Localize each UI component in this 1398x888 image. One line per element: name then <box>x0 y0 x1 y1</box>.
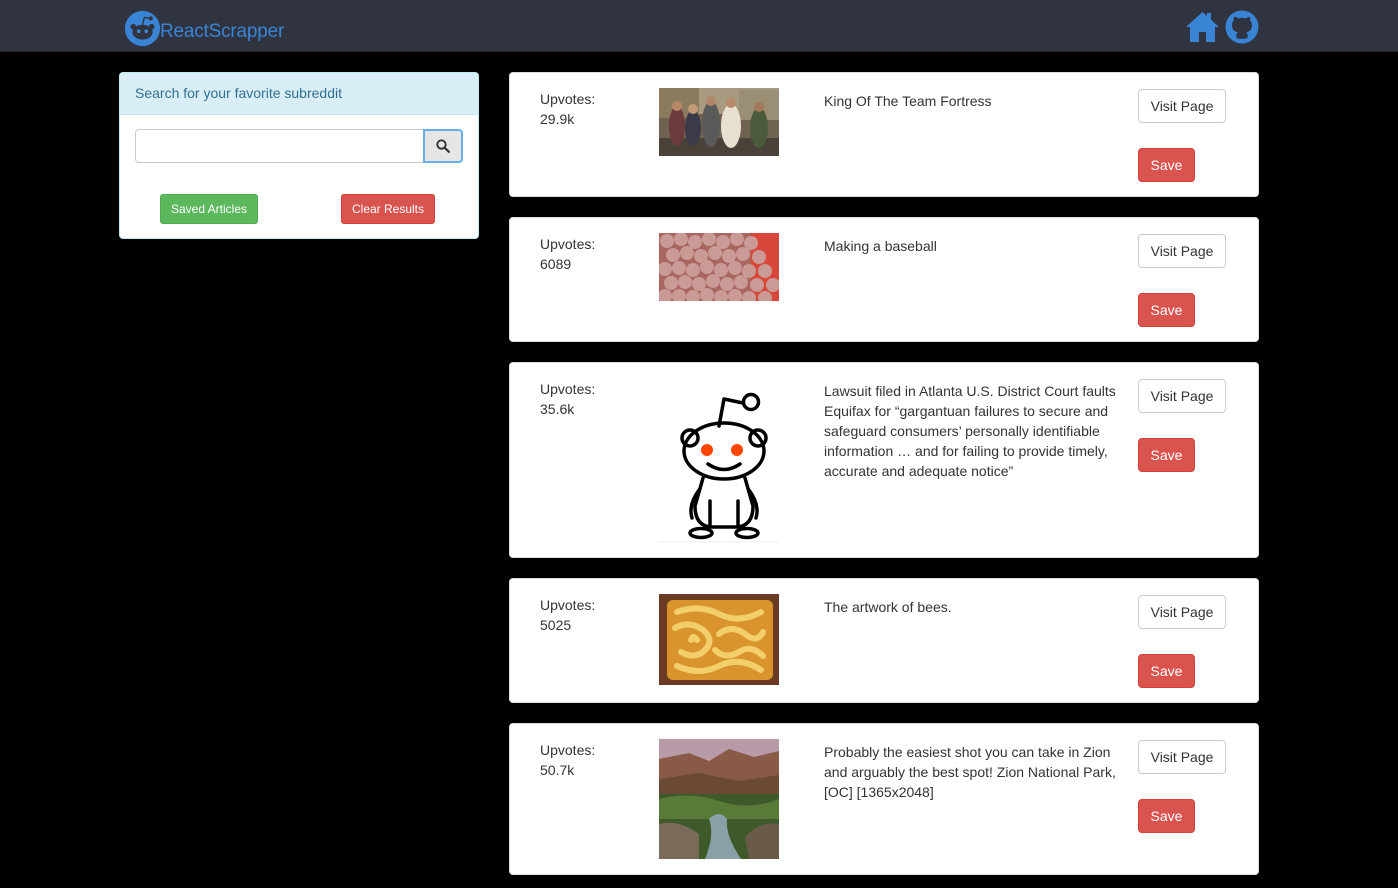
reddit-alien-icon <box>124 10 161 47</box>
article-title[interactable]: The artwork of bees. <box>824 597 1126 617</box>
upvotes-count: 6089 <box>540 256 572 272</box>
article-title[interactable]: Making a baseball <box>824 236 1126 256</box>
visit-page-button[interactable]: Visit Page <box>1138 89 1226 123</box>
upvotes-label: Upvotes: <box>540 91 596 107</box>
upvotes-label: Upvotes: <box>540 597 596 613</box>
team-fortress-thumbnail[interactable] <box>659 88 779 156</box>
upvotes-label: Upvotes: <box>540 236 596 252</box>
article-card: Upvotes: 50.7k Probably the easiest shot… <box>509 723 1259 875</box>
save-button[interactable]: Save <box>1138 438 1195 472</box>
home-icon[interactable] <box>1184 10 1221 43</box>
honeycomb-thumbnail[interactable] <box>659 594 779 685</box>
save-button[interactable]: Save <box>1138 799 1195 833</box>
search-icon <box>436 139 450 153</box>
brand-name: ReactScrapper <box>160 21 285 42</box>
reddit-alien-thumbnail[interactable] <box>659 378 779 543</box>
upvotes-count: 50.7k <box>540 762 575 778</box>
baseballs-thumbnail[interactable] <box>659 233 779 301</box>
clear-results-button[interactable]: Clear Results <box>341 194 435 224</box>
visit-page-button[interactable]: Visit Page <box>1138 740 1226 774</box>
article-title[interactable]: Probably the easiest shot you can take i… <box>824 742 1126 802</box>
brand[interactable]: ReactScrapper <box>124 9 284 47</box>
article-title[interactable]: Lawsuit filed in Atlanta U.S. District C… <box>824 381 1126 481</box>
article-title[interactable]: King Of The Team Fortress <box>824 91 1126 111</box>
visit-page-button[interactable]: Visit Page <box>1138 379 1226 413</box>
github-icon[interactable] <box>1225 10 1259 44</box>
visit-page-button[interactable]: Visit Page <box>1138 595 1226 629</box>
article-card: Upvotes: 35.6k Lawsuit filed in Atlanta … <box>509 362 1259 558</box>
navbar: ReactScrapper <box>0 0 1398 52</box>
panel-heading: Search for your favorite subreddit <box>120 73 478 115</box>
article-card: Upvotes: 5025 The artwork of bees. Visit… <box>509 578 1259 703</box>
upvotes-label: Upvotes: <box>540 742 596 758</box>
upvotes-count: 29.9k <box>540 111 575 127</box>
upvotes-label: Upvotes: <box>540 381 596 397</box>
saved-articles-button[interactable]: Saved Articles <box>160 194 258 224</box>
upvotes-count: 5025 <box>540 617 572 633</box>
save-button[interactable]: Save <box>1138 654 1195 688</box>
save-button[interactable]: Save <box>1138 293 1195 327</box>
article-card: Upvotes: 29.9k King Of The Team Fortress… <box>509 72 1259 197</box>
search-button[interactable] <box>423 129 463 163</box>
upvotes-count: 35.6k <box>540 401 575 417</box>
search-input[interactable] <box>135 129 424 163</box>
visit-page-button[interactable]: Visit Page <box>1138 234 1226 268</box>
nav-icons <box>1184 10 1259 44</box>
save-button[interactable]: Save <box>1138 148 1195 182</box>
zion-canyon-thumbnail[interactable] <box>659 739 779 859</box>
article-card: Upvotes: 6089 Making a baseball Visit Pa… <box>509 217 1259 342</box>
search-panel: Search for your favorite subreddit Saved… <box>119 72 479 239</box>
